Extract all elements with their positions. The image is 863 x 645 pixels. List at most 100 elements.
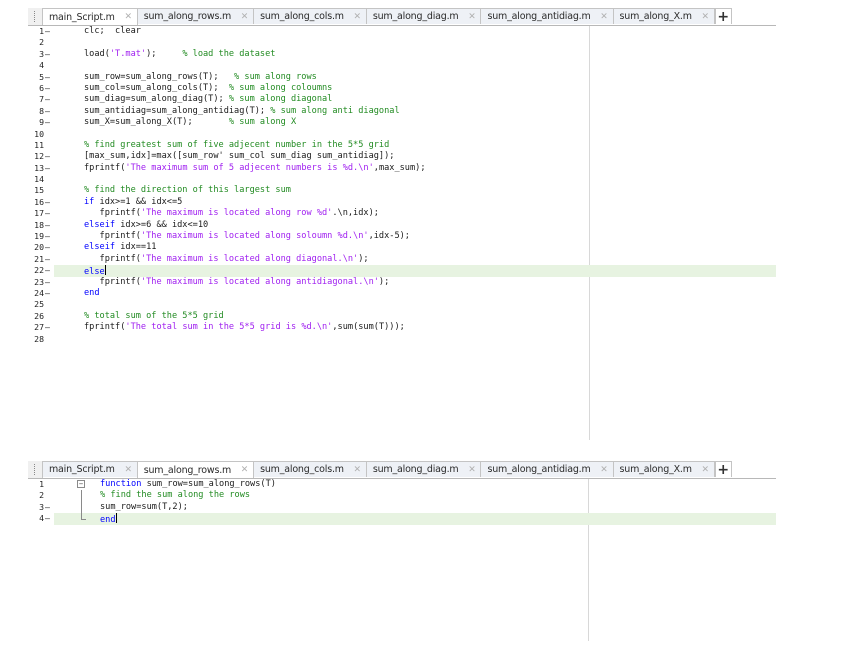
code-line[interactable]: 20– elseif idx==11 [34, 242, 776, 253]
tab-sum-along-rows-m[interactable]: sum_along_rows.m ✕ [136, 8, 255, 24]
close-icon[interactable]: ✕ [124, 465, 133, 475]
code-line[interactable]: 5– sum_row=sum_along_rows(T); % sum along… [39, 72, 776, 83]
tab-bar-grip[interactable] [28, 461, 43, 478]
code-line[interactable]: 3– sum_row=sum(T,2); [39, 501, 776, 514]
breakpoint-marker[interactable]: – [45, 208, 50, 219]
code-line[interactable]: 4 [39, 60, 776, 71]
breakpoint-marker[interactable]: – [45, 513, 50, 524]
breakpoint-marker[interactable]: – [45, 163, 50, 174]
code-line[interactable]: 11 % find greatest sum of five adjecent n… [34, 140, 776, 151]
tab-sum-along-x-m[interactable]: sum_along_X.m ✕ [612, 8, 715, 24]
line-number: 5 [39, 71, 44, 82]
fold-collapse-icon[interactable]: − [77, 480, 85, 488]
code-line[interactable]: 18– elseif idx>=6 && idx<=10 [34, 219, 776, 231]
line-number: 26 [34, 310, 44, 321]
code-line[interactable]: 6– sum_col=sum_along_cols(T); % sum along… [39, 83, 776, 94]
code-line[interactable]: 7– sum_diag=sum_along_diag(T); % sum alon… [39, 94, 776, 105]
code-line[interactable]: 23– fprintf('The maximum is located alon… [34, 277, 776, 288]
breakpoint-marker[interactable]: – [45, 94, 50, 105]
breakpoint-marker[interactable]: – [45, 220, 50, 231]
tab-main-script-m[interactable]: main_Script.m ✕ [42, 461, 138, 477]
code-line[interactable]: 16– if idx>=1 && idx<=5 [34, 197, 776, 208]
code-line[interactable]: 21– fprintf('The maximum is located alon… [34, 253, 776, 265]
close-icon[interactable]: ✕ [600, 465, 609, 475]
keyword: elseif [84, 219, 116, 230]
code-text: sum_col=sum_along_cols(T); % sum along c… [84, 83, 332, 94]
code-line[interactable]: 15 % find the direction of this largest s… [34, 185, 776, 196]
code-line[interactable]: 26 % total sum of the 5*5 grid [34, 311, 776, 322]
new-tab-button[interactable]: + [714, 461, 732, 478]
code-token: ,max_sum); [373, 162, 426, 173]
code-line[interactable]: 2 [39, 37, 776, 48]
code-line[interactable]: 12– [max_sum,idx]=max([sum_row' sum_col s… [34, 151, 776, 162]
close-icon[interactable]: ✕ [124, 12, 133, 22]
string-literal: 'The maximum is located along row %d' [140, 208, 333, 219]
close-icon[interactable]: ✕ [240, 465, 249, 475]
new-tab-button[interactable]: + [714, 8, 732, 25]
code-line[interactable]: 22– else [34, 265, 776, 277]
close-icon[interactable]: ✕ [701, 465, 710, 475]
breakpoint-marker[interactable]: – [45, 502, 50, 513]
code-editor[interactable]: 1 − function sum_row=sum_along_rows(T) 2 % f… [28, 479, 776, 641]
code-line[interactable]: 1 − function sum_row=sum_along_rows(T) [39, 479, 776, 490]
code-text: % find the direction of this largest sum [84, 185, 291, 196]
breakpoint-marker[interactable]: – [45, 26, 50, 37]
close-icon[interactable]: ✕ [353, 12, 362, 22]
line-number: 22 [34, 265, 44, 276]
close-icon[interactable]: ✕ [353, 465, 362, 475]
breakpoint-marker[interactable]: – [45, 288, 50, 299]
breakpoint-marker[interactable]: – [45, 277, 50, 288]
tab-sum-along-diag-m[interactable]: sum_along_diag.m ✕ [365, 8, 482, 24]
code-line[interactable]: 27– fprintf('The total sum in the 5*5 gri… [34, 322, 776, 333]
tab-sum-along-diag-m[interactable]: sum_along_diag.m ✕ [365, 461, 482, 477]
code-line[interactable]: 9– sum_X=sum_along_X(T); % sum along X [39, 117, 776, 128]
tab-sum-along-x-m[interactable]: sum_along_X.m ✕ [612, 461, 715, 477]
code-token: ); [358, 253, 369, 264]
breakpoint-marker[interactable]: – [45, 254, 50, 265]
breakpoint-marker[interactable]: – [45, 197, 50, 208]
code-line[interactable]: 17– fprintf('The maximum is located alon… [34, 208, 776, 219]
close-icon[interactable]: ✕ [600, 12, 609, 22]
breakpoint-marker[interactable]: – [45, 117, 50, 128]
tab-sum-along-cols-m[interactable]: sum_along_cols.m ✕ [253, 8, 367, 24]
code-line[interactable]: 3– load('T.mat'); % load the dataset [39, 49, 776, 60]
breakpoint-marker[interactable]: – [45, 242, 50, 253]
code-line[interactable]: 14 [34, 174, 776, 185]
code-area[interactable]: 1– clc; clear 2 3– load('T.mat'); % load the… [34, 26, 776, 440]
tab-sum-along-rows-m[interactable]: sum_along_rows.m ✕ [136, 461, 255, 478]
breakpoint-marker[interactable]: – [45, 49, 50, 60]
code-line[interactable]: 24– end [34, 288, 776, 299]
close-icon[interactable]: ✕ [467, 12, 476, 22]
code-line[interactable]: 10 [34, 129, 776, 140]
code-editor[interactable]: 1– clc; clear 2 3– load('T.mat'); % load the… [28, 26, 776, 440]
tab-sum-along-antidiag-m[interactable]: sum_along_antidiag.m ✕ [480, 8, 614, 24]
code-line[interactable]: 1– clc; clear [39, 26, 776, 37]
breakpoint-marker[interactable]: – [45, 151, 50, 162]
code-line[interactable]: 19– fprintf('The maximum is located alon… [34, 231, 776, 242]
tab-sum-along-antidiag-m[interactable]: sum_along_antidiag.m ✕ [480, 461, 614, 477]
code-line[interactable]: 28 [34, 334, 776, 345]
code-line[interactable]: 13– fprintf('The maximum sum of 5 adjecen… [34, 162, 776, 174]
string-literal: 'The maximum is located along soloumn %d… [140, 231, 369, 242]
code-line[interactable]: 2 % find the sum along the rows [39, 490, 776, 502]
code-token: sum_col=sum_along_cols(T); [84, 82, 229, 93]
code-area[interactable]: 1 − function sum_row=sum_along_rows(T) 2 % f… [39, 479, 776, 641]
close-icon[interactable]: ✕ [240, 12, 249, 22]
keyword: elseif [84, 242, 116, 253]
close-icon[interactable]: ✕ [701, 12, 710, 22]
close-icon[interactable]: ✕ [467, 465, 476, 475]
breakpoint-marker[interactable]: – [45, 322, 50, 333]
tab-main-script-m[interactable]: main_Script.m ✕ [42, 8, 138, 25]
breakpoint-marker[interactable]: – [45, 231, 50, 242]
code-line[interactable]: 25 [34, 299, 776, 310]
line-number: 28 [34, 333, 44, 344]
tab-bar-grip[interactable] [28, 8, 43, 25]
breakpoint-marker[interactable]: – [45, 72, 50, 83]
code-line[interactable]: 8– sum_antidiag=sum_along_antidiag(T); % … [39, 106, 776, 117]
breakpoint-marker[interactable]: – [45, 83, 50, 94]
breakpoint-marker[interactable]: – [45, 106, 50, 117]
code-line[interactable]: 4– end [39, 513, 776, 525]
breakpoint-marker[interactable]: – [45, 265, 50, 276]
line-number: 9 [39, 117, 44, 128]
tab-sum-along-cols-m[interactable]: sum_along_cols.m ✕ [253, 461, 367, 477]
